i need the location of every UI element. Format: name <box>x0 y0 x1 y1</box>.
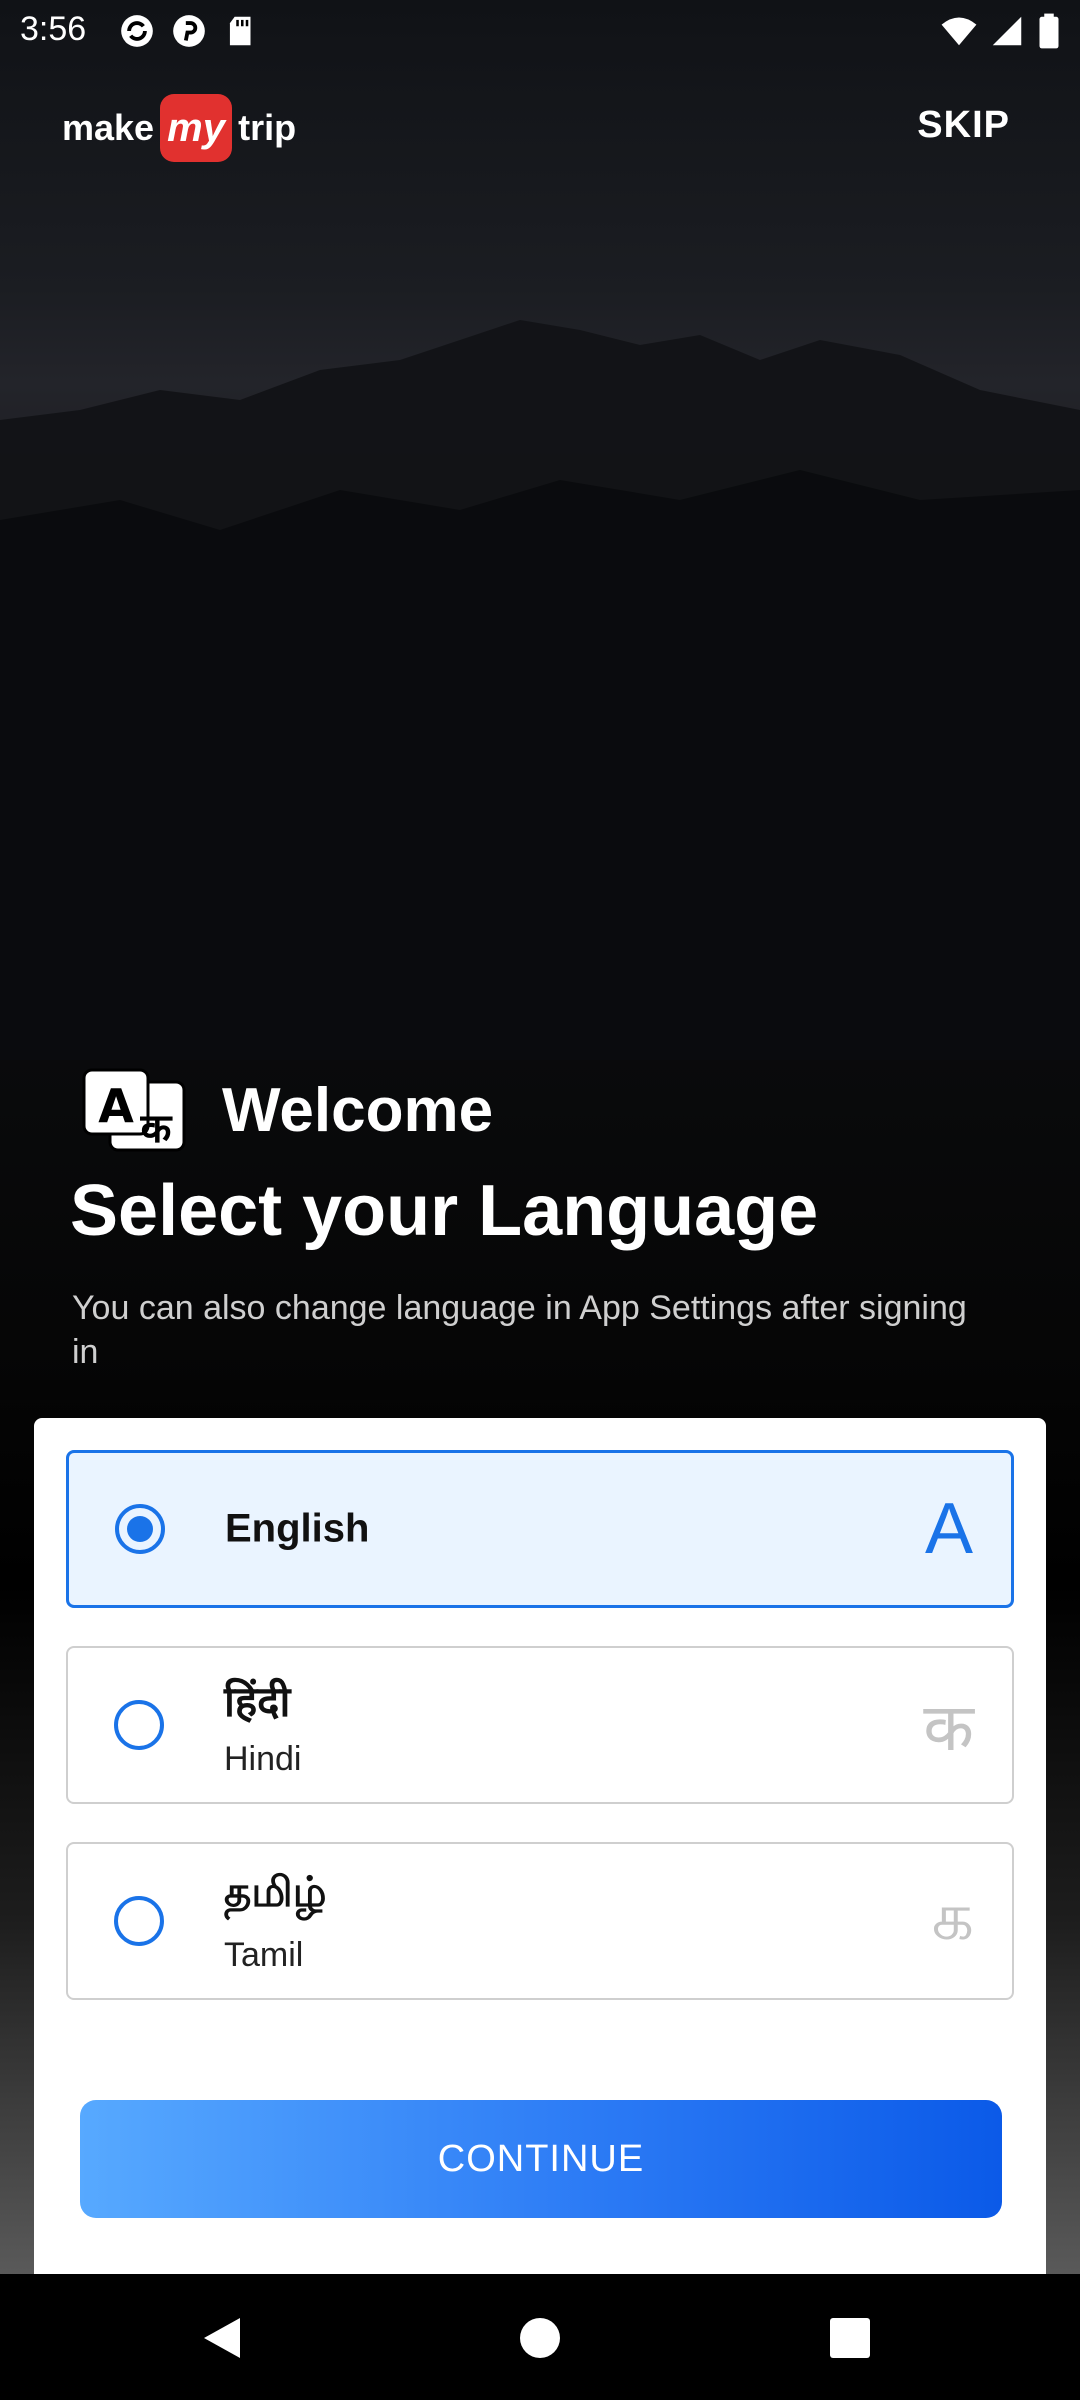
language-english-name: Hindi <box>224 1740 302 1778</box>
signal-icon <box>992 16 1022 46</box>
navigation-bar <box>0 2274 1080 2400</box>
language-native-name: English <box>225 1506 370 1551</box>
back-icon[interactable] <box>200 2314 244 2362</box>
battery-icon <box>1039 13 1059 49</box>
radio-unselected[interactable] <box>114 1896 164 1946</box>
recents-icon[interactable] <box>830 2318 870 2358</box>
radio-unselected[interactable] <box>114 1700 164 1750</box>
makemytrip-logo: make my trip <box>62 92 296 164</box>
continue-button[interactable]: CONTINUE <box>80 2100 1002 2218</box>
status-bar: 3:56 <box>0 0 1080 64</box>
language-option-hindi[interactable]: हिंदी Hindi क <box>66 1646 1014 1804</box>
icon-text-latin: A <box>98 1079 134 1133</box>
language-option-tamil[interactable]: தமிழ் Tamil க <box>66 1842 1014 2000</box>
language-card: English A हिंदी Hindi क தமிழ் Tamil க CO… <box>34 1418 1046 2274</box>
home-icon[interactable] <box>520 2318 560 2358</box>
radio-selected[interactable] <box>115 1504 165 1554</box>
mountain-silhouette <box>0 320 1080 1060</box>
wifi-icon <box>941 17 977 46</box>
sd-card-icon <box>229 16 251 46</box>
welcome-heading: Welcome <box>222 1076 494 1145</box>
language-english-name: Tamil <box>224 1936 304 1974</box>
page-title: Select your Language <box>70 1171 819 1251</box>
language-translate-icon: A क <box>82 1068 186 1152</box>
language-native-name: हिंदी <box>224 1678 291 1725</box>
sync-icon <box>121 15 153 47</box>
language-glyph: க <box>931 1879 974 1953</box>
language-option-english[interactable]: English A <box>66 1450 1014 1608</box>
icon-text-hindi: क <box>140 1106 173 1152</box>
language-native-name: தமிழ் <box>224 1868 327 1915</box>
page-subtitle: You can also change language in App Sett… <box>72 1289 967 1371</box>
skip-button[interactable]: SKIP <box>917 104 1010 147</box>
language-glyph: क <box>923 1690 974 1764</box>
pinterest-icon <box>173 15 205 47</box>
status-time: 3:56 <box>20 10 87 48</box>
language-glyph: A <box>924 1489 973 1569</box>
